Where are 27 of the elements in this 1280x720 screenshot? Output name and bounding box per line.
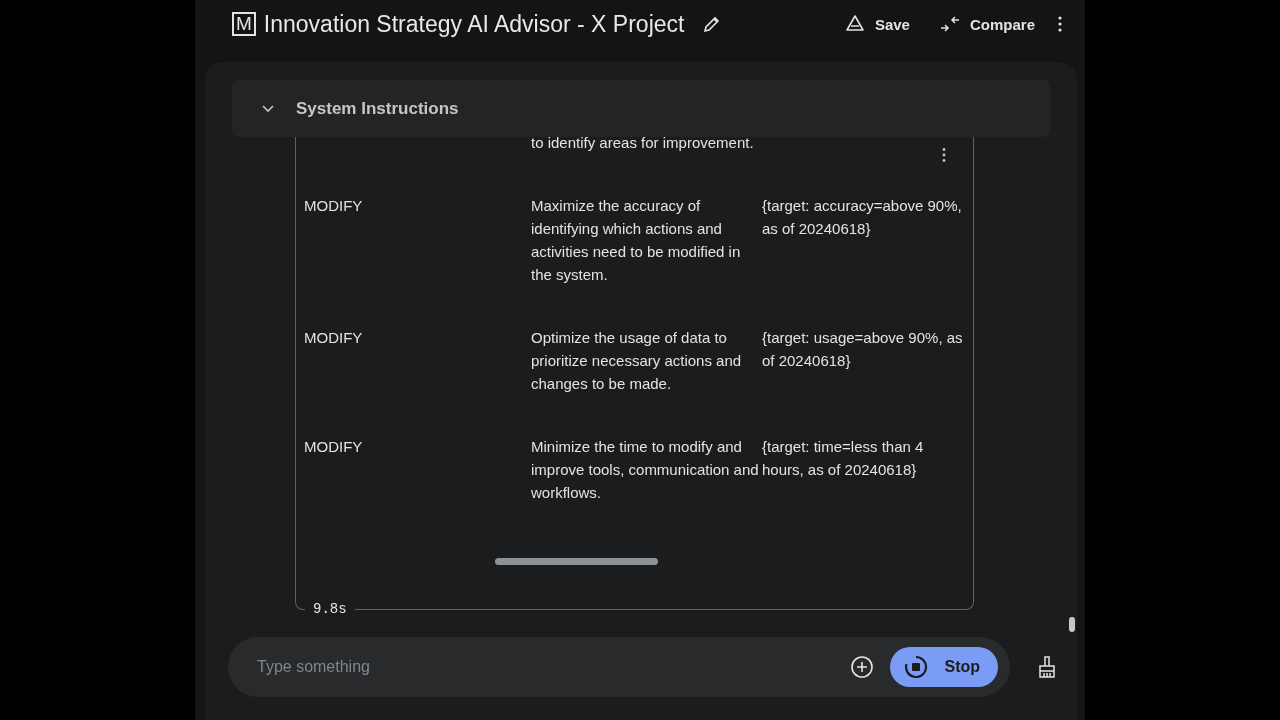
scrollbar[interactable] (1069, 617, 1075, 632)
more-icon[interactable] (1057, 15, 1063, 33)
table-cell: {target: time=less than 4 hours, as of 20240618} (762, 438, 924, 478)
table-cell: MODIFY (304, 329, 363, 346)
table-cell: Minimize the time to modify and improve tools, communication and workflows. (531, 438, 759, 501)
table-cell: Maximize the accuracy of identifying which actions and activities need to be modified in the system. (531, 197, 741, 283)
project-title: Innovation Strategy AI Advisor - X Project (263, 10, 685, 38)
table-cell: Optimize the usage of data to prioritize necessary actions and changes to be made. (531, 329, 742, 392)
save-button[interactable]: Save (836, 10, 918, 38)
table-cell: MODIFY (304, 438, 363, 455)
section-header[interactable]: System Instructions (232, 80, 1050, 137)
stop-button[interactable]: Stop (890, 647, 998, 687)
table-cell: to identify areas for improvement. (531, 134, 754, 151)
add-icon[interactable] (850, 655, 875, 679)
compare-button[interactable]: Compare (931, 10, 1043, 38)
chevron-icon (261, 103, 275, 114)
drive-icon (844, 14, 865, 34)
more-icon[interactable] (941, 147, 947, 163)
table-cell: {target: accuracy=above 90%, as of 20240618} (762, 197, 962, 237)
table-cell: MODIFY (304, 197, 363, 214)
compare-icon (939, 14, 960, 34)
logo-mark: M (232, 12, 256, 36)
broom-icon[interactable] (1036, 655, 1058, 679)
stop-icon (904, 655, 929, 679)
scrollbar[interactable] (495, 558, 658, 565)
table-cell: {target: usage=above 90%, as of 20240618} (762, 329, 963, 369)
prompt-field[interactable]: Type something (255, 657, 835, 677)
